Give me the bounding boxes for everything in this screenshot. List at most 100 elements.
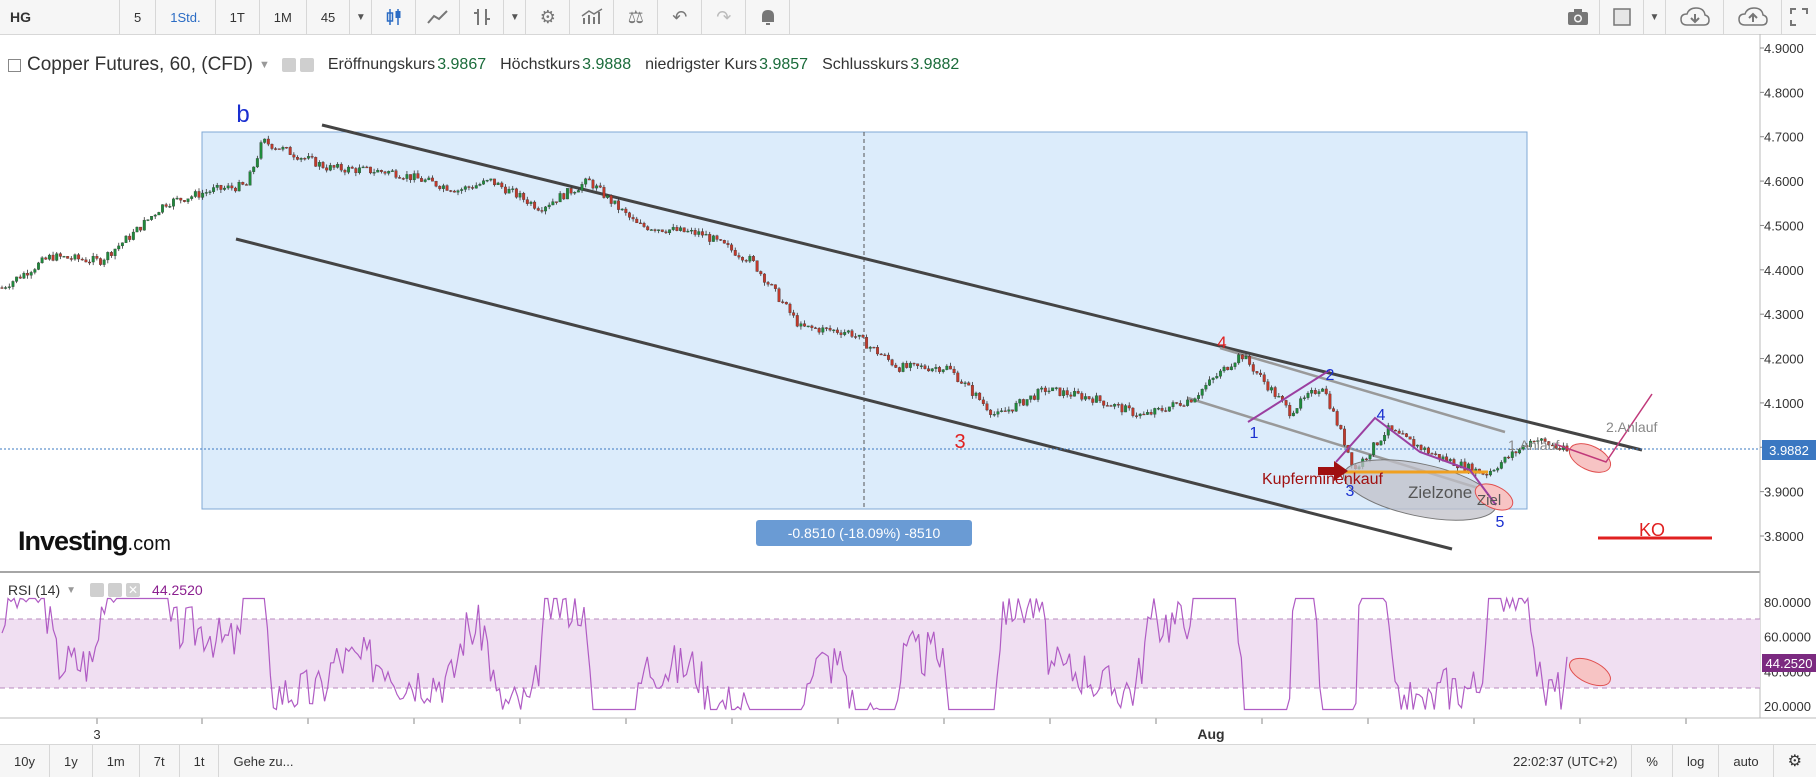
chart-settings-icon[interactable]: ⚙ bbox=[1772, 745, 1816, 777]
candle-body bbox=[846, 330, 850, 333]
candle-body bbox=[299, 158, 303, 160]
candle-body bbox=[1379, 440, 1383, 446]
candle-body bbox=[1335, 411, 1339, 426]
candle-body bbox=[635, 218, 639, 224]
candle-body bbox=[945, 365, 949, 370]
range-10y[interactable]: 10y bbox=[0, 745, 50, 777]
candle-body bbox=[1222, 366, 1226, 372]
candle-body bbox=[84, 259, 88, 263]
rsi-settings-icon[interactable] bbox=[108, 583, 123, 597]
high-value: 3.9888 bbox=[582, 56, 632, 73]
candle-body bbox=[1029, 395, 1033, 400]
candle-body bbox=[1419, 444, 1423, 450]
candle-body bbox=[1248, 356, 1252, 365]
candle-body bbox=[252, 166, 256, 172]
candle-body bbox=[766, 282, 770, 285]
candle-body bbox=[1197, 395, 1201, 399]
candle-body bbox=[460, 189, 464, 191]
open-value: 3.9867 bbox=[437, 56, 487, 73]
candle-body bbox=[208, 191, 212, 193]
candle-body bbox=[1084, 396, 1087, 400]
rsi-label[interactable]: RSI (14) bbox=[8, 582, 60, 598]
rsi-visibility-icon[interactable] bbox=[90, 583, 105, 597]
candle-body bbox=[161, 204, 164, 213]
range-1m[interactable]: 1m bbox=[93, 745, 140, 777]
candle-body bbox=[193, 191, 197, 197]
candle-body bbox=[865, 337, 869, 349]
candle-body bbox=[496, 182, 500, 186]
percent-toggle[interactable]: % bbox=[1631, 745, 1672, 777]
candle-body bbox=[1208, 379, 1211, 386]
auto-toggle[interactable]: auto bbox=[1718, 745, 1772, 777]
candle-body bbox=[657, 229, 661, 231]
current-price-label: 3.9882 bbox=[1769, 443, 1809, 458]
range-1y[interactable]: 1y bbox=[50, 745, 93, 777]
candle-body bbox=[113, 248, 117, 256]
candle-body bbox=[303, 158, 307, 160]
candle-body bbox=[897, 367, 901, 372]
candle-body bbox=[1306, 393, 1310, 398]
candle-body bbox=[40, 257, 44, 264]
log-toggle[interactable]: log bbox=[1671, 745, 1718, 777]
candle-body bbox=[274, 148, 278, 150]
candle-body bbox=[328, 165, 332, 171]
candle-body bbox=[44, 257, 48, 260]
title-dropdown-icon[interactable]: ▼ bbox=[259, 59, 270, 71]
candle-body bbox=[1021, 399, 1025, 406]
settings-small-icon[interactable] bbox=[299, 58, 314, 72]
candle-body bbox=[135, 226, 139, 233]
grid-lines bbox=[96, 718, 1687, 724]
candle-body bbox=[733, 250, 737, 256]
candle-body bbox=[456, 190, 460, 193]
candle-body bbox=[182, 200, 186, 202]
candle-body bbox=[595, 185, 599, 189]
price-chart[interactable]: 4.9000 4.8000 4.7000 4.6000 4.5000 4.4000 4.30… bbox=[0, 0, 1816, 776]
time-label-aug: Aug bbox=[1197, 726, 1224, 742]
time-display: 22:02:37 (UTC+2) bbox=[1513, 753, 1618, 769]
candle-body bbox=[1310, 390, 1314, 394]
candle-body bbox=[99, 258, 102, 265]
candle-body bbox=[1273, 387, 1277, 397]
price-tick-label: 4.7000 bbox=[1764, 130, 1804, 145]
goto-button[interactable]: Gehe zu... bbox=[219, 745, 307, 777]
candle-body bbox=[1073, 391, 1076, 397]
candle-body bbox=[401, 178, 405, 180]
candle-body bbox=[204, 192, 208, 194]
candle-body bbox=[795, 315, 799, 327]
candle-body bbox=[792, 312, 796, 316]
candle-body bbox=[1204, 385, 1208, 390]
candle-body bbox=[4, 287, 8, 289]
candle-body bbox=[653, 229, 657, 231]
range-1t[interactable]: 1t bbox=[180, 745, 220, 777]
candle-body bbox=[781, 301, 785, 303]
candle-body bbox=[1503, 456, 1507, 463]
candle-body bbox=[292, 154, 296, 158]
rsi-value: 44.2520 bbox=[152, 582, 203, 598]
candle-body bbox=[51, 254, 55, 261]
candle-body bbox=[368, 166, 372, 174]
candle-body bbox=[1375, 442, 1379, 446]
range-7t[interactable]: 7t bbox=[140, 745, 180, 777]
candle-body bbox=[73, 254, 77, 260]
candle-body bbox=[1481, 473, 1485, 475]
candle-body bbox=[277, 148, 281, 150]
collapse-legend-icon[interactable] bbox=[8, 58, 21, 72]
rsi-close-icon[interactable]: ✕ bbox=[126, 583, 141, 597]
candle-body bbox=[186, 198, 190, 202]
rsi-dropdown-icon[interactable]: ▼ bbox=[66, 585, 76, 596]
candle-body bbox=[1412, 439, 1416, 447]
candle-body bbox=[1368, 454, 1372, 460]
candle-body bbox=[722, 240, 726, 244]
candle-body bbox=[598, 185, 602, 188]
candle-body bbox=[934, 367, 938, 369]
candle-body bbox=[1127, 405, 1131, 409]
candle-body bbox=[62, 256, 66, 258]
candle-body bbox=[956, 372, 960, 382]
candle-body bbox=[1255, 371, 1259, 374]
candle-body bbox=[569, 188, 573, 194]
instrument-title[interactable]: Copper Futures, 60, (CFD) bbox=[27, 54, 253, 76]
candle-body bbox=[1065, 390, 1069, 396]
candle-body bbox=[1401, 433, 1405, 435]
visibility-icon[interactable] bbox=[281, 58, 296, 72]
ziel-label: Ziel bbox=[1477, 492, 1501, 509]
